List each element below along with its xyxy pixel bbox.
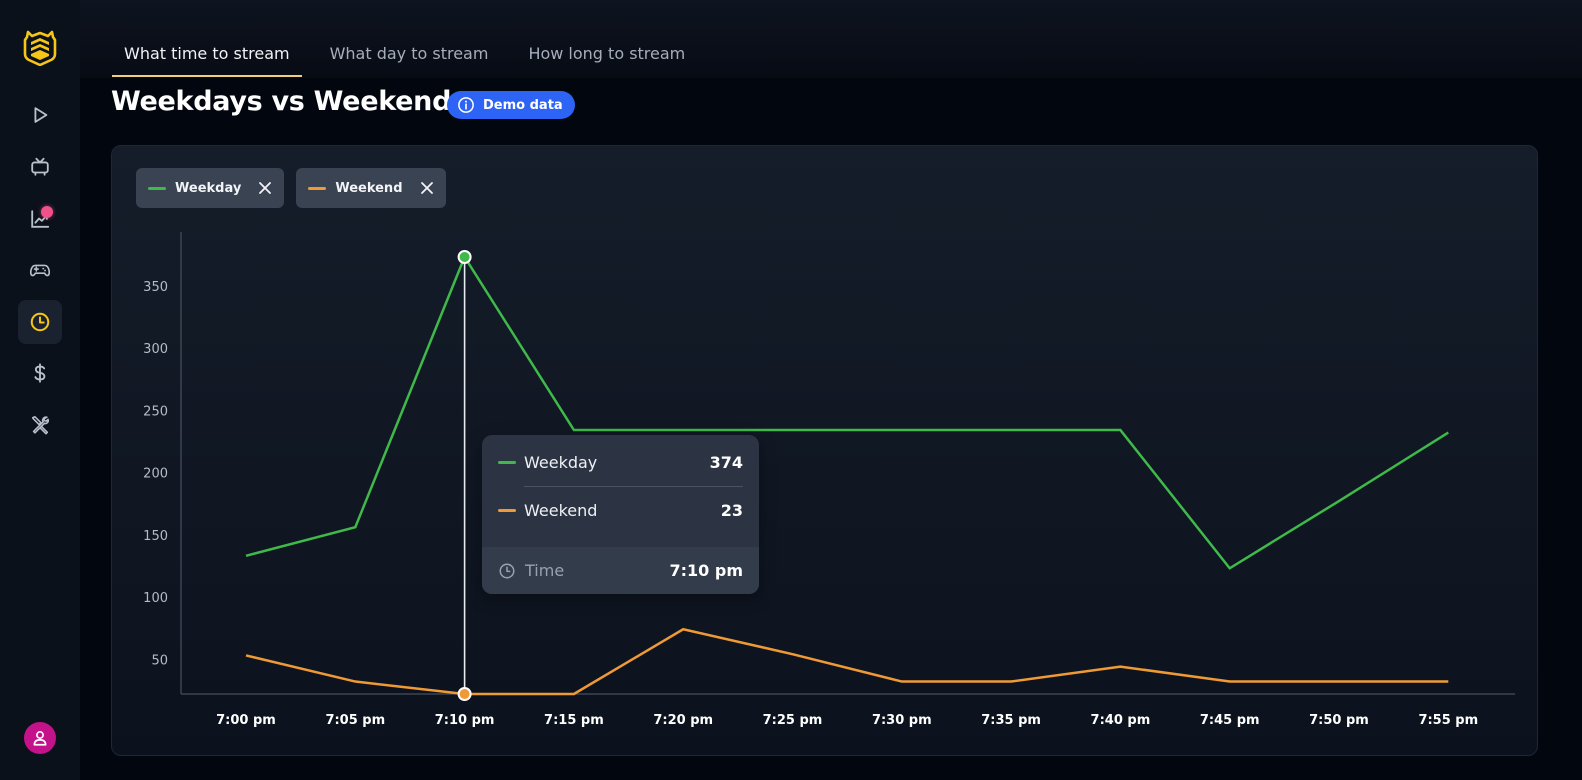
x-tick-label: 7:25 pm bbox=[763, 713, 823, 728]
x-tick-label: 7:35 pm bbox=[981, 713, 1041, 728]
tooltip-value-weekday: 374 bbox=[709, 452, 743, 472]
x-tick-label: 7:50 pm bbox=[1309, 713, 1369, 728]
x-tick-label: 7:45 pm bbox=[1200, 713, 1260, 728]
x-tick-label: 7:30 pm bbox=[872, 713, 932, 728]
chart-tooltip: Weekday 374 Weekend 23 Time 7:10 pm bbox=[482, 435, 759, 594]
y-tick-label: 200 bbox=[143, 467, 168, 482]
data-point-weekday[interactable] bbox=[457, 250, 472, 264]
tooltip-swatch-weekday bbox=[498, 460, 516, 464]
y-tick-label: 150 bbox=[143, 529, 168, 544]
x-tick-label: 7:40 pm bbox=[1091, 713, 1151, 728]
tooltip-time-label: Time bbox=[525, 561, 565, 580]
x-tick-label: 7:20 pm bbox=[653, 713, 713, 728]
line-chart[interactable]: 50 100 150 200 250 300 350 7:00 pm 7:05 pm 7:10 p… bbox=[0, 0, 1582, 780]
tooltip-time-value: 7:10 pm bbox=[669, 561, 744, 580]
x-tick-label: 7:10 pm bbox=[435, 713, 495, 728]
clock-icon bbox=[499, 563, 515, 578]
y-tick-label: 300 bbox=[143, 342, 168, 357]
tooltip-label-weekend: Weekend bbox=[524, 500, 598, 520]
tooltip-row-weekday: Weekday 374 bbox=[498, 450, 743, 474]
x-tick-label: 7:15 pm bbox=[544, 713, 604, 728]
data-point-weekend[interactable] bbox=[457, 687, 472, 701]
series-line-weekend[interactable] bbox=[245, 627, 1449, 696]
series-line-weekday[interactable] bbox=[245, 254, 1449, 570]
tooltip-row-weekend: Weekend 23 bbox=[498, 498, 743, 522]
tooltip-label-weekday: Weekday bbox=[524, 452, 598, 472]
tooltip-swatch-weekend bbox=[498, 508, 516, 512]
tooltip-footer: Time 7:10 pm bbox=[482, 547, 759, 594]
tooltip-value-weekend: 23 bbox=[720, 500, 743, 520]
y-tick-label: 100 bbox=[143, 591, 168, 606]
x-tick-label: 7:05 pm bbox=[325, 713, 385, 728]
x-tick-label: 7:00 pm bbox=[216, 713, 276, 728]
y-tick-label: 350 bbox=[143, 280, 168, 295]
x-tick-label: 7:55 pm bbox=[1418, 713, 1478, 728]
tooltip-divider bbox=[524, 486, 743, 487]
y-tick-label: 250 bbox=[143, 404, 168, 419]
y-tick-label: 50 bbox=[151, 653, 168, 668]
